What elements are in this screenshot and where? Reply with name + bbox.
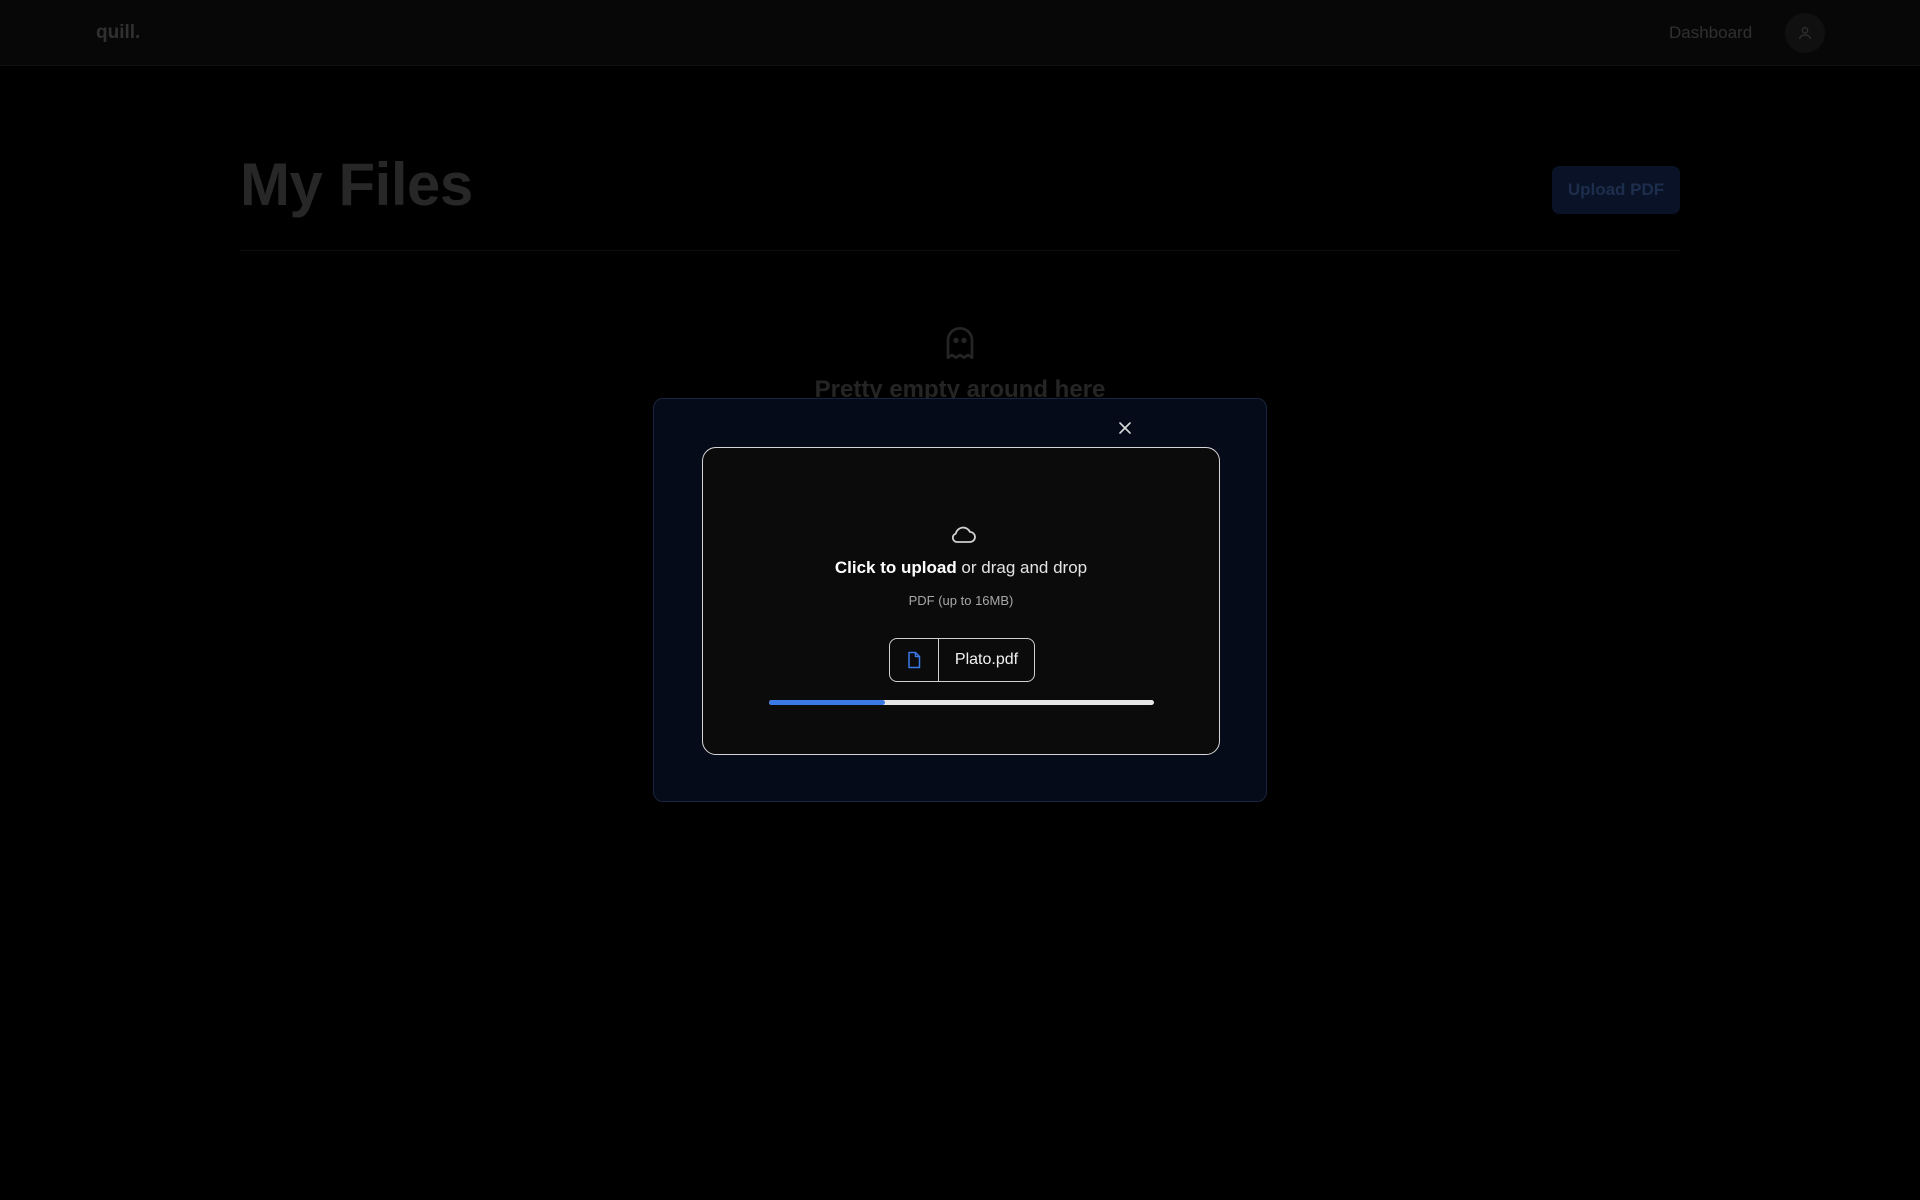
selected-file-chip: Plato.pdf <box>889 638 1035 682</box>
upload-progress-bar <box>769 700 1154 705</box>
cloud-icon <box>951 526 976 543</box>
file-name: Plato.pdf <box>954 651 1019 668</box>
upload-progress-fill <box>769 700 885 705</box>
upload-modal: Click to upload or drag and drop PDF (up… <box>653 398 1267 802</box>
close-button[interactable] <box>1110 413 1140 443</box>
drag-drop-text: or drag and drop <box>956 558 1088 577</box>
dropzone-instructions: Click to upload or drag and drop <box>703 558 1219 578</box>
close-icon <box>1119 422 1131 434</box>
click-to-upload-text[interactable]: Click to upload <box>835 558 957 577</box>
file-chip-icon-box <box>890 639 939 681</box>
file-type-hint: PDF (up to 16MB) <box>908 593 1014 608</box>
file-icon <box>908 651 921 669</box>
upload-dropzone[interactable]: Click to upload or drag and drop PDF (up… <box>702 447 1220 755</box>
